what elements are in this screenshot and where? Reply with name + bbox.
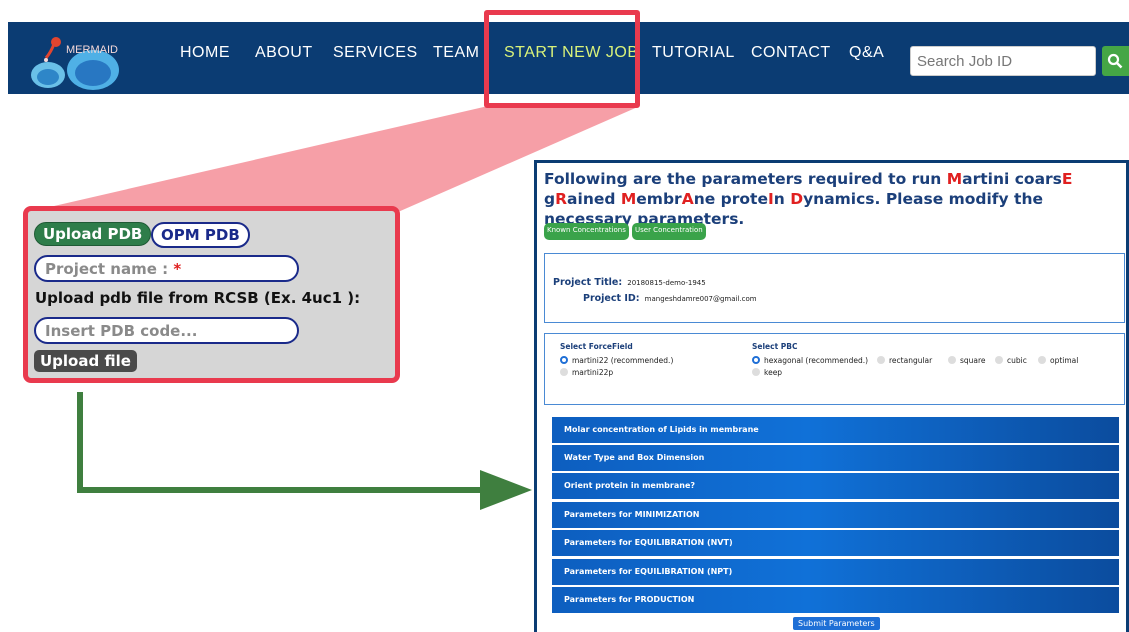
canvas: MERMAID HOME ABOUT SERVICES TEAM START N… [0,0,1129,632]
project-info-panel: Project Title: 20180815-demo-1945 Projec… [544,253,1125,323]
radio-icon [560,368,568,376]
nav-home[interactable]: HOME [180,44,230,62]
nav-qa[interactable]: Q&A [849,44,884,62]
submit-parameters-button[interactable]: Submit Parameters [793,617,880,630]
heading-text: artini coars [962,170,1062,188]
pbc-option-square[interactable]: square [948,356,986,365]
search-button[interactable] [1102,46,1129,76]
parameter-page: Following are the parameters required to… [534,160,1129,632]
mermaid-logo-icon [31,37,119,90]
forcefield-option-martini22p[interactable]: martini22p [560,368,613,377]
accordion-orient-protein[interactable]: Orient protein in membrane? [552,473,1119,500]
heading-acronym-letter: D [790,190,804,208]
project-id-value: mangeshdamre007@gmail.com [644,295,757,303]
forcefield-option-martini22[interactable]: martini22 (recommended.) [560,356,673,365]
parameter-heading: Following are the parameters required to… [544,169,1129,229]
nav-contact[interactable]: CONTACT [751,44,831,62]
search-icon [1107,53,1123,69]
project-name-placeholder: Project name : [45,260,174,278]
pdb-code-placeholder: Insert PDB code... [45,322,198,340]
rcsb-upload-label: Upload pdb file from RCSB (Ex. 4uc1 ): [35,289,361,307]
heading-text: ained [567,190,621,208]
radio-selected-icon [752,356,760,364]
user-concentration-button[interactable]: User Concentration [632,223,706,240]
heading-acronym-letter: E [1061,170,1073,188]
radio-selected-icon [560,356,568,364]
search-job-id-input[interactable] [910,46,1096,76]
pbc-option-rectangular[interactable]: rectangular [877,356,932,365]
pbc-option-cubic[interactable]: cubic [995,356,1027,365]
nav-about[interactable]: ABOUT [255,44,313,62]
nav-services[interactable]: SERVICES [333,44,418,62]
upload-panel-zoom: Upload PDB OPM PDB Project name : * Uplo… [23,206,400,383]
known-concentrations-button[interactable]: Known Concentrations [544,223,629,240]
pbc-option-keep[interactable]: keep [752,368,782,377]
heading-acronym-letter: M [620,190,637,208]
forcefield-pbc-panel: Select ForceField martini22 (recommended… [544,333,1125,405]
heading-text: embr [636,190,682,208]
accordion-minimization[interactable]: Parameters for MINIMIZATION [552,502,1119,529]
pbc-option-hexagonal[interactable]: hexagonal (recommended.) [752,356,868,365]
opm-pdb-tab[interactable]: OPM PDB [151,222,250,248]
accordion-equilibration-nvt[interactable]: Parameters for EQUILIBRATION (NVT) [552,530,1119,557]
nav-highlight-box [484,10,640,108]
mermaid-logo[interactable]: MERMAID [26,30,126,90]
heading-acronym-letter: R [555,190,568,208]
logo-text: MERMAID [66,44,118,56]
radio-icon [995,356,1003,364]
heading-acronym-letter: M [946,170,963,188]
nav-tutorial[interactable]: TUTORIAL [652,44,735,62]
pdb-code-field[interactable]: Insert PDB code... [34,317,299,344]
accordion-lipid-concentration[interactable]: Molar concentration of Lipids in membran… [552,417,1119,444]
project-id-label: Project ID: [583,293,640,304]
accordion-production[interactable]: Parameters for PRODUCTION [552,587,1119,614]
heading-text: n [773,190,791,208]
upload-pdb-tab[interactable]: Upload PDB [34,222,152,246]
pbc-title: Select PBC [752,342,798,351]
pbc-option-optimal[interactable]: optimal [1038,356,1078,365]
radio-icon [752,368,760,376]
heading-acronym-letter: A [681,190,694,208]
forcefield-title: Select ForceField [560,342,633,351]
heading-text: g [544,190,556,208]
accordion-equilibration-npt[interactable]: Parameters for EQUILIBRATION (NPT) [552,559,1119,586]
radio-icon [877,356,885,364]
upload-file-button[interactable]: Upload file [34,350,137,372]
radio-icon [1038,356,1046,364]
heading-text: Following are the parameters required to… [544,170,947,188]
accordion-water-box[interactable]: Water Type and Box Dimension [552,445,1119,472]
heading-text: ne prote [693,190,768,208]
required-mark: * [173,260,182,278]
nav-team[interactable]: TEAM [433,44,479,62]
radio-icon [948,356,956,364]
project-name-field[interactable]: Project name : * [34,255,299,282]
